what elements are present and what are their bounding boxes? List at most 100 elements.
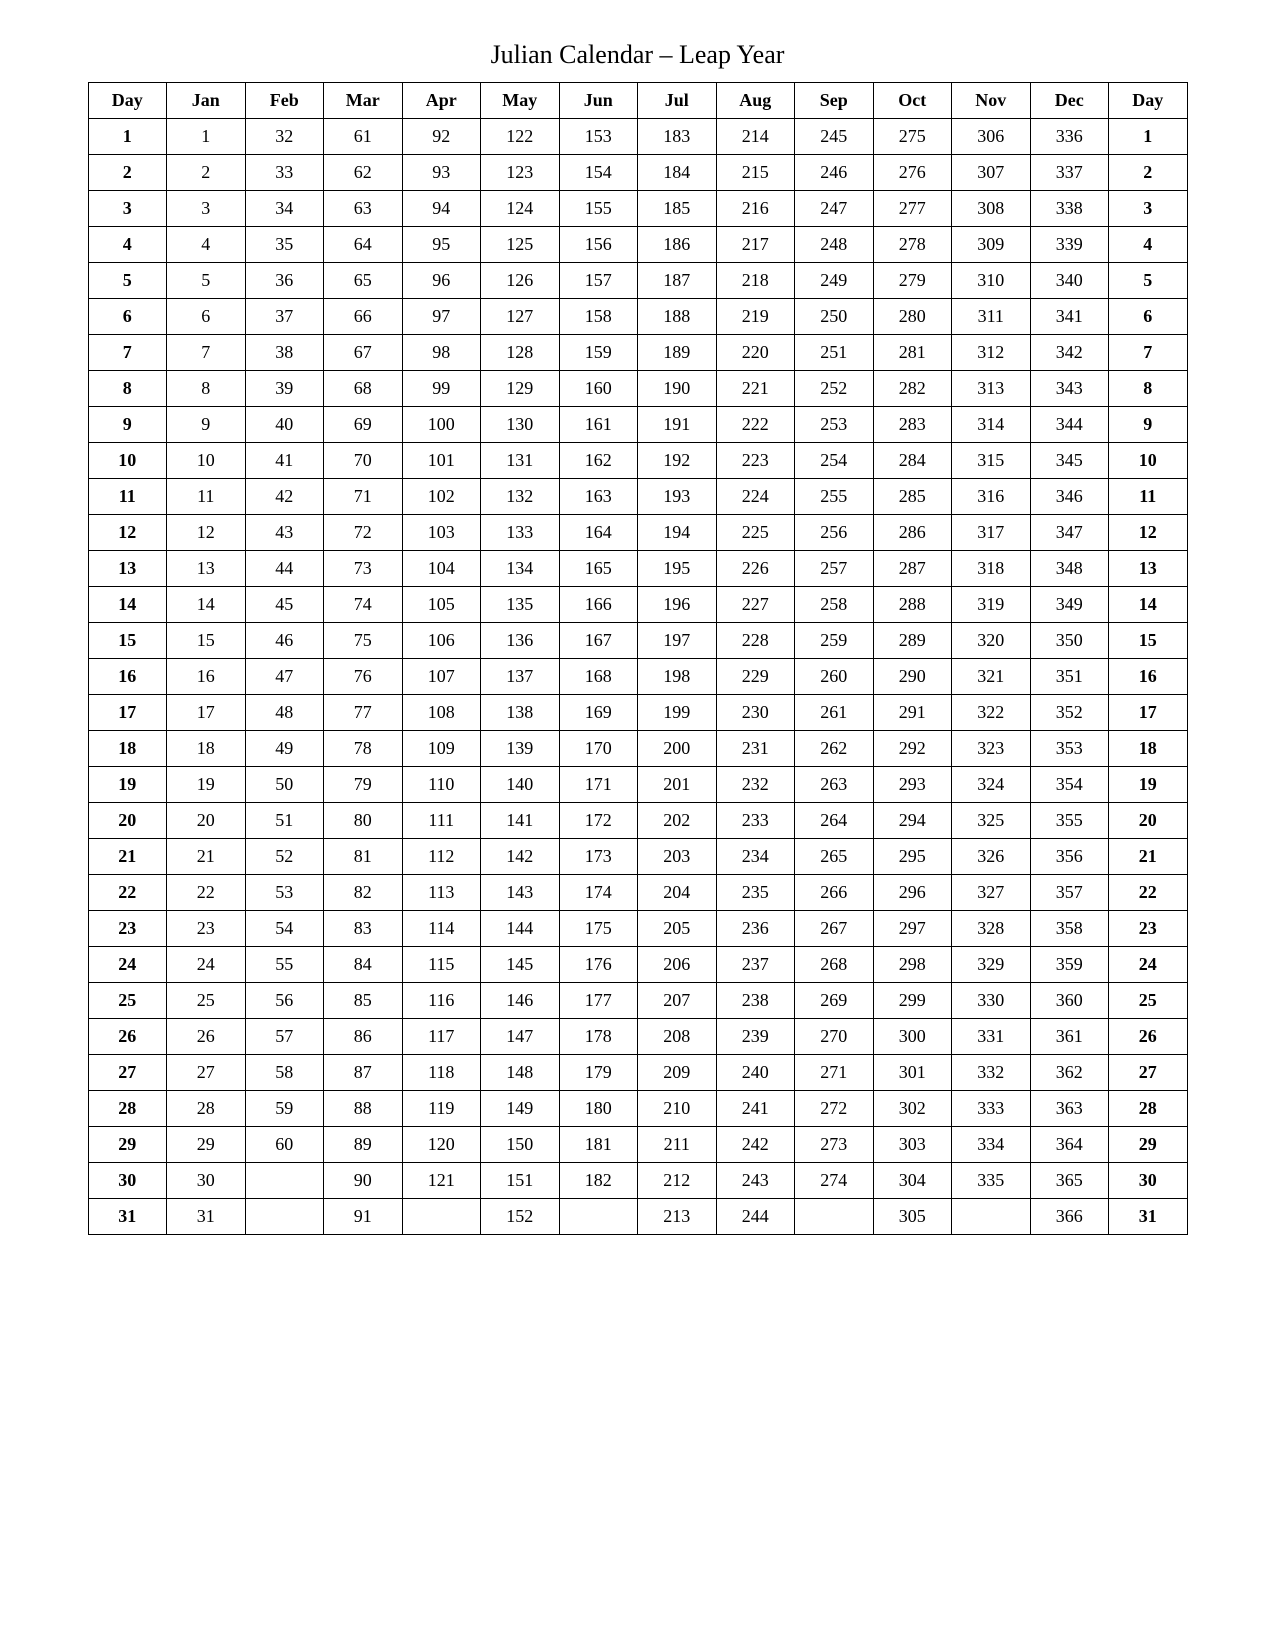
table-row: 2929608912015018121124227330333436429 bbox=[88, 1127, 1187, 1163]
table-cell: 323 bbox=[952, 731, 1031, 767]
table-cell: 324 bbox=[952, 767, 1031, 803]
table-cell: 43 bbox=[245, 515, 324, 551]
table-cell: 56 bbox=[245, 983, 324, 1019]
table-cell: 230 bbox=[716, 695, 795, 731]
table-row: 2323548311414417520523626729732835823 bbox=[88, 911, 1187, 947]
table-cell: 322 bbox=[952, 695, 1031, 731]
table-cell: 84 bbox=[324, 947, 403, 983]
table-cell: 96 bbox=[402, 263, 481, 299]
table-cell: 237 bbox=[716, 947, 795, 983]
table-cell: 250 bbox=[795, 299, 874, 335]
table-cell: 124 bbox=[481, 191, 560, 227]
table-cell: 129 bbox=[481, 371, 560, 407]
table-cell: 140 bbox=[481, 767, 560, 803]
table-row: 1010417010113116219222325428431534510 bbox=[88, 443, 1187, 479]
column-header-apr: Apr bbox=[402, 83, 481, 119]
table-cell: 337 bbox=[1030, 155, 1109, 191]
table-cell: 155 bbox=[559, 191, 638, 227]
table-cell: 309 bbox=[952, 227, 1031, 263]
table-cell: 111 bbox=[402, 803, 481, 839]
table-cell: 219 bbox=[716, 299, 795, 335]
table-cell: 25 bbox=[88, 983, 167, 1019]
table-cell: 64 bbox=[324, 227, 403, 263]
table-cell: 177 bbox=[559, 983, 638, 1019]
table-cell: 77 bbox=[324, 695, 403, 731]
table-cell: 47 bbox=[245, 659, 324, 695]
table-cell: 327 bbox=[952, 875, 1031, 911]
table-cell: 55 bbox=[245, 947, 324, 983]
table-cell: 14 bbox=[88, 587, 167, 623]
table-cell: 13 bbox=[167, 551, 246, 587]
table-cell: 293 bbox=[873, 767, 952, 803]
table-cell: 308 bbox=[952, 191, 1031, 227]
table-cell: 6 bbox=[167, 299, 246, 335]
table-row: 663766971271581882192502803113416 bbox=[88, 299, 1187, 335]
table-cell: 13 bbox=[88, 551, 167, 587]
table-cell: 32 bbox=[245, 119, 324, 155]
table-cell: 285 bbox=[873, 479, 952, 515]
table-cell: 53 bbox=[245, 875, 324, 911]
table-row: 2121528111214217320323426529532635621 bbox=[88, 839, 1187, 875]
table-cell: 102 bbox=[402, 479, 481, 515]
table-cell: 28 bbox=[1109, 1091, 1188, 1127]
table-row: 1414457410513516619622725828831934914 bbox=[88, 587, 1187, 623]
table-cell: 253 bbox=[795, 407, 874, 443]
table-cell: 125 bbox=[481, 227, 560, 263]
table-cell: 16 bbox=[167, 659, 246, 695]
table-cell: 10 bbox=[1109, 443, 1188, 479]
page: Julian Calendar – Leap Year DayJanFebMar… bbox=[88, 40, 1188, 1235]
table-cell: 241 bbox=[716, 1091, 795, 1127]
table-cell: 312 bbox=[952, 335, 1031, 371]
table-cell: 298 bbox=[873, 947, 952, 983]
table-row: 553665961261571872182492793103405 bbox=[88, 263, 1187, 299]
table-cell: 39 bbox=[245, 371, 324, 407]
table-cell: 276 bbox=[873, 155, 952, 191]
table-cell: 104 bbox=[402, 551, 481, 587]
table-cell: 23 bbox=[1109, 911, 1188, 947]
table-cell: 296 bbox=[873, 875, 952, 911]
table-cell: 4 bbox=[88, 227, 167, 263]
table-cell: 100 bbox=[402, 407, 481, 443]
table-cell: 183 bbox=[638, 119, 717, 155]
table-cell bbox=[245, 1199, 324, 1235]
table-cell: 120 bbox=[402, 1127, 481, 1163]
table-cell: 90 bbox=[324, 1163, 403, 1199]
table-cell: 328 bbox=[952, 911, 1031, 947]
table-cell: 93 bbox=[402, 155, 481, 191]
table-cell: 345 bbox=[1030, 443, 1109, 479]
table-row: 2727588711814817920924027130133236227 bbox=[88, 1055, 1187, 1091]
table-cell: 98 bbox=[402, 335, 481, 371]
table-row: 333463941241551852162472773083383 bbox=[88, 191, 1187, 227]
table-row: 2222538211314317420423526629632735722 bbox=[88, 875, 1187, 911]
table-cell: 91 bbox=[324, 1199, 403, 1235]
table-cell: 185 bbox=[638, 191, 717, 227]
column-header-dec: Dec bbox=[1030, 83, 1109, 119]
table-cell: 184 bbox=[638, 155, 717, 191]
table-cell: 116 bbox=[402, 983, 481, 1019]
table-cell: 110 bbox=[402, 767, 481, 803]
table-cell: 166 bbox=[559, 587, 638, 623]
table-cell: 217 bbox=[716, 227, 795, 263]
table-cell: 297 bbox=[873, 911, 952, 947]
table-cell: 252 bbox=[795, 371, 874, 407]
table-cell: 10 bbox=[88, 443, 167, 479]
table-cell: 22 bbox=[88, 875, 167, 911]
table-cell: 118 bbox=[402, 1055, 481, 1091]
table-row: 1212437210313316419422525628631734712 bbox=[88, 515, 1187, 551]
table-cell: 310 bbox=[952, 263, 1031, 299]
table-cell: 74 bbox=[324, 587, 403, 623]
table-cell: 224 bbox=[716, 479, 795, 515]
table-cell: 181 bbox=[559, 1127, 638, 1163]
table-cell: 326 bbox=[952, 839, 1031, 875]
table-cell: 85 bbox=[324, 983, 403, 1019]
table-cell: 23 bbox=[88, 911, 167, 947]
table-cell: 172 bbox=[559, 803, 638, 839]
table-cell: 87 bbox=[324, 1055, 403, 1091]
table-cell: 46 bbox=[245, 623, 324, 659]
table-cell: 30 bbox=[1109, 1163, 1188, 1199]
table-cell: 245 bbox=[795, 119, 874, 155]
table-cell: 331 bbox=[952, 1019, 1031, 1055]
table-cell: 40 bbox=[245, 407, 324, 443]
table-cell: 82 bbox=[324, 875, 403, 911]
table-cell: 66 bbox=[324, 299, 403, 335]
